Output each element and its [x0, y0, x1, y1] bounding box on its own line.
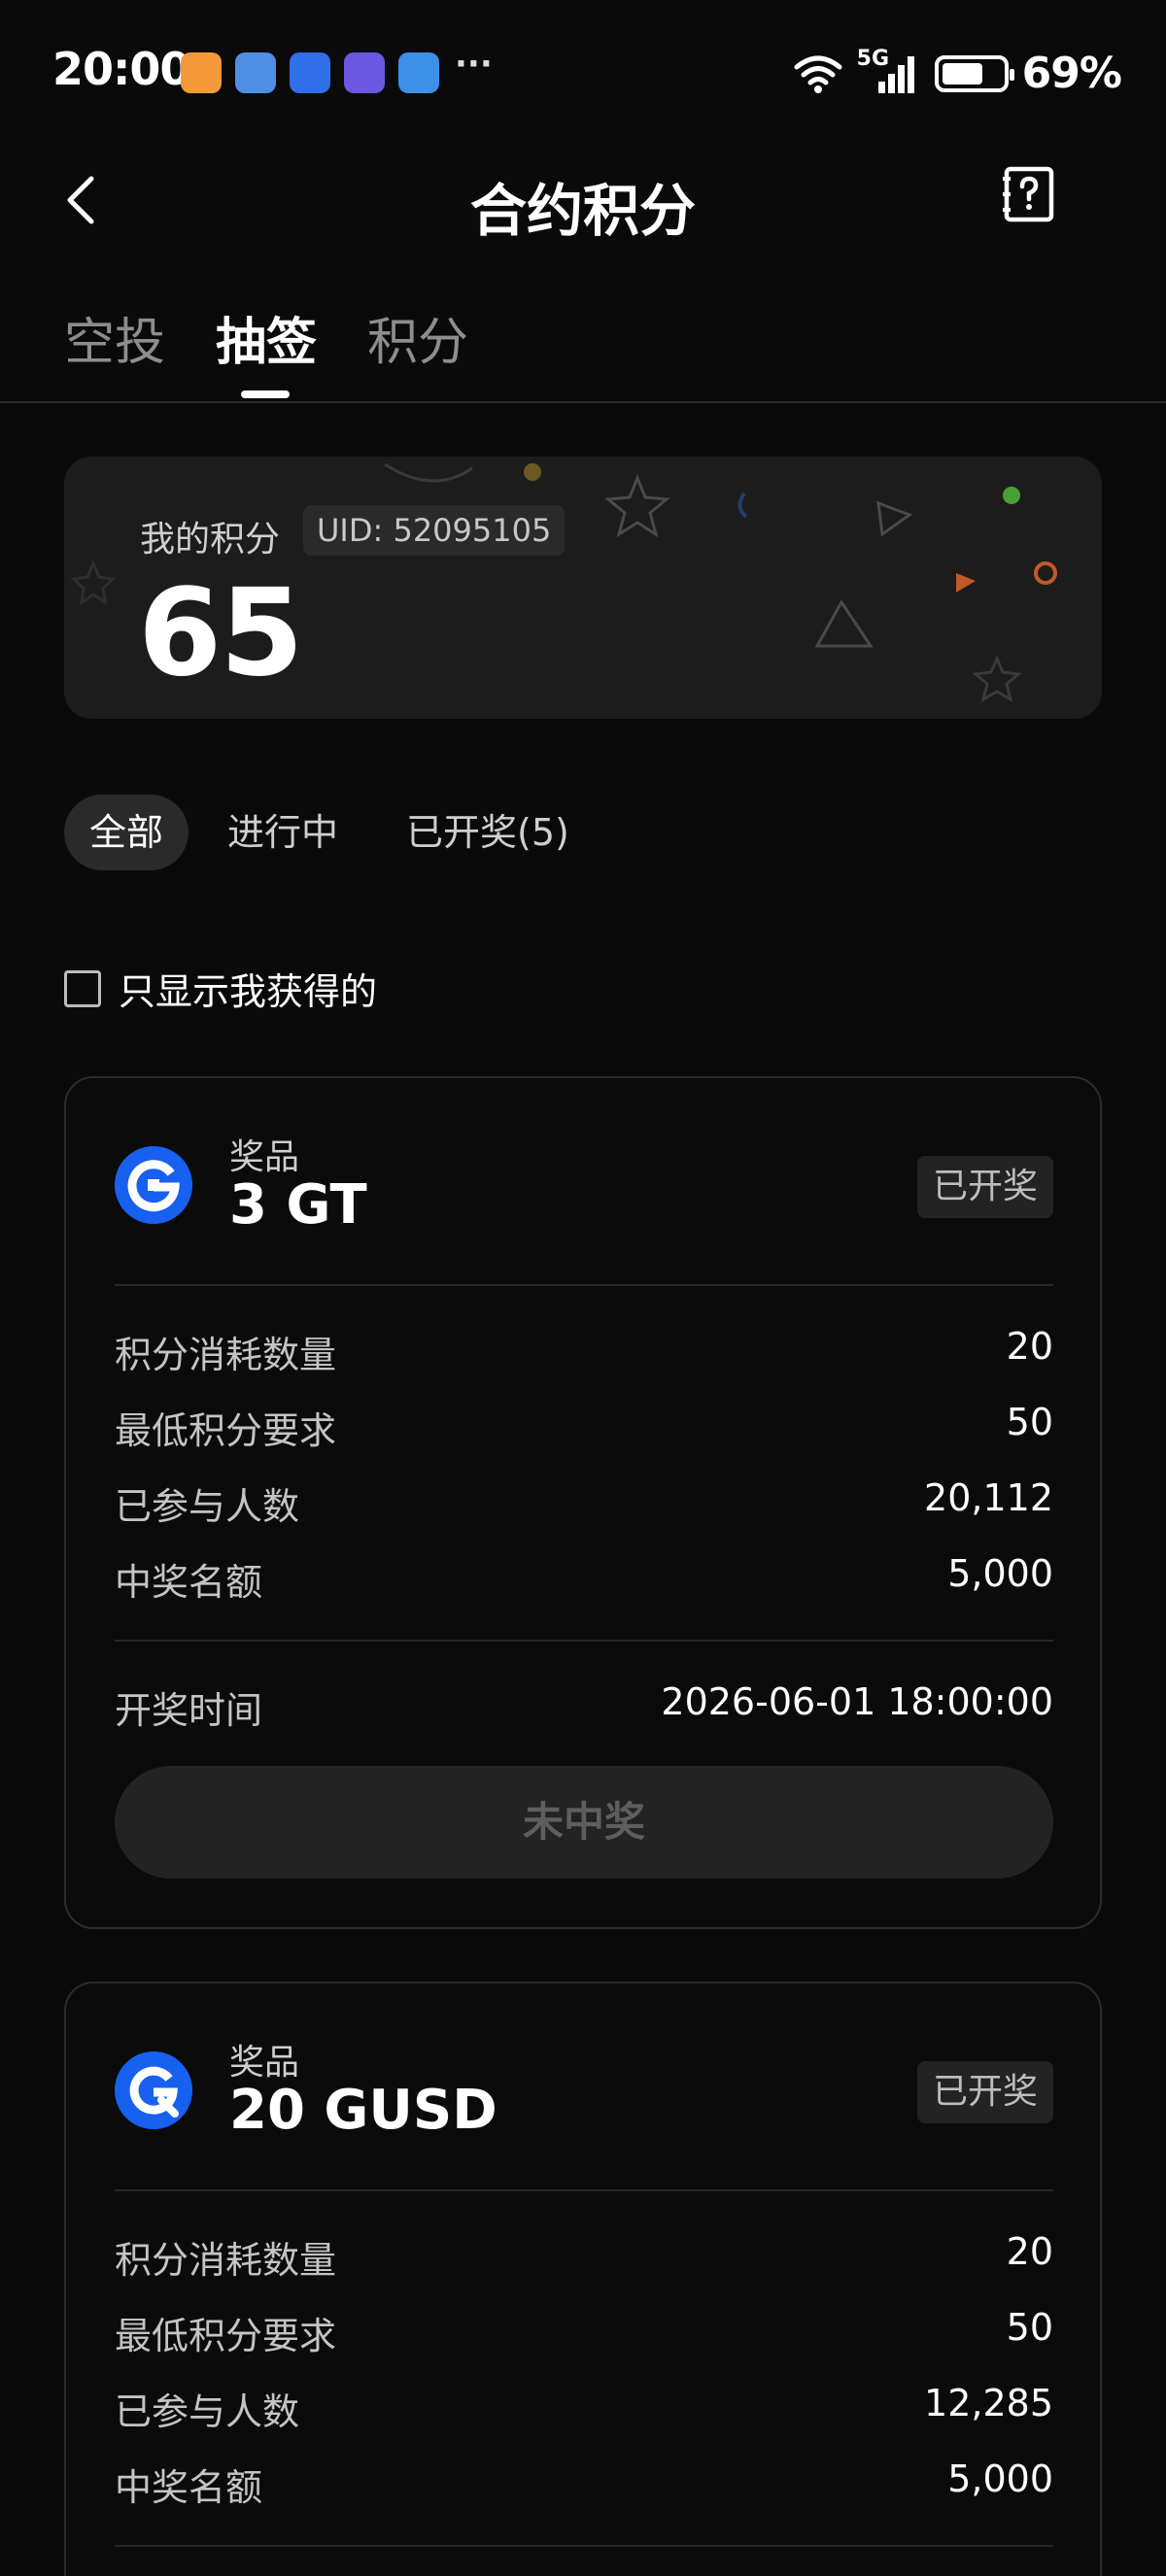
filter-all[interactable]: 全部 [64, 795, 189, 870]
system-status: 5G 69% [793, 47, 1122, 98]
points-value: 65 [138, 563, 304, 703]
status-badge: 已开奖 [916, 2061, 1053, 2123]
divider [115, 2189, 1053, 2191]
info-row: 已参与人数 12,285 [115, 2382, 1053, 2440]
result-button[interactable]: 未中奖 [115, 1766, 1053, 1879]
draw-time-value: 2026-06-01 18:00:00 [661, 1680, 1053, 1723]
info-row: 最低积分要求 50 [115, 1401, 1053, 1459]
status-time: 20:00 [52, 43, 190, 95]
info-label: 最低积分要求 [115, 2315, 337, 2357]
info-label: 已参与人数 [115, 2390, 300, 2433]
status-badge: 已开奖 [916, 1156, 1053, 1218]
gt-token-icon [115, 1146, 192, 1224]
page-title: 合约积分 [469, 178, 696, 244]
info-row: 积分消耗数量 20 [115, 2230, 1053, 2288]
gusd-token-icon [115, 2051, 192, 2129]
more-notifications-icon: ··· [455, 45, 493, 84]
info-row: 积分消耗数量 20 [115, 1325, 1053, 1383]
info-label: 已参与人数 [115, 1485, 300, 1528]
info-row: 已参与人数 20,112 [115, 1476, 1053, 1535]
app-icon [235, 52, 276, 93]
nav-bar: 合约积分 [0, 146, 1166, 253]
info-label: 中奖名额 [115, 1561, 263, 1604]
prize-card: 奖品 3 GT 已开奖 积分消耗数量 20 最低积分要求 50 已参与人数 20… [64, 1076, 1102, 1929]
draw-time-row: 开奖时间 2026-06-01 18:00:00 [115, 1680, 1053, 1739]
divider [115, 1640, 1053, 1642]
info-row: 中奖名额 5,000 [115, 1552, 1053, 1610]
filter-ongoing[interactable]: 进行中 [227, 795, 338, 870]
divider [115, 1284, 1053, 1286]
battery-icon [934, 54, 1014, 92]
app-icon [181, 52, 222, 93]
only-mine-label: 只显示我获得的 [119, 970, 378, 1013]
info-row: 中奖名额 5,000 [115, 2457, 1053, 2516]
my-points-card: 我的积分 UID: 52095105 65 [64, 457, 1102, 719]
only-mine-checkbox[interactable] [64, 969, 101, 1007]
info-value: 20,112 [924, 1476, 1053, 1519]
info-value: 50 [1006, 2306, 1053, 2349]
app-icon [398, 52, 439, 93]
info-value: 20 [1006, 2230, 1053, 2273]
app-icon [290, 52, 330, 93]
info-label: 中奖名额 [115, 2466, 263, 2509]
info-value: 50 [1006, 1401, 1053, 1443]
wifi-icon [794, 55, 842, 93]
app-icon [344, 52, 385, 93]
prize-name: 20 GUSD [229, 2079, 497, 2142]
prize-name: 3 GT [229, 1173, 367, 1237]
filter-drawn[interactable]: 已开奖(5) [406, 795, 569, 870]
tab-lottery[interactable]: 抽签 [216, 301, 317, 374]
status-bar: 20:00 ··· 5G 69% [0, 0, 1166, 146]
uid-badge[interactable]: UID: 52095105 [303, 505, 566, 556]
prize-caption: 奖品 [229, 1137, 300, 1177]
my-points-label: 我的积分 [140, 520, 281, 559]
cellular-signal-icon: 5G [857, 47, 921, 95]
info-label: 最低积分要求 [115, 1409, 337, 1452]
help-book-icon[interactable] [997, 163, 1059, 225]
draw-time-label: 开奖时间 [115, 1689, 263, 1732]
info-label: 积分消耗数量 [115, 1334, 337, 1376]
main-tabs: 空投 抽签 积分 [0, 291, 1166, 403]
info-value: 20 [1006, 1325, 1053, 1368]
divider [115, 2545, 1053, 2547]
tab-airdrop[interactable]: 空投 [64, 301, 165, 374]
info-value: 5,000 [947, 1552, 1053, 1595]
notification-icons [181, 52, 439, 93]
active-tab-indicator [241, 390, 290, 398]
only-mine-toggle[interactable]: 只显示我获得的 [64, 962, 377, 1015]
info-value: 5,000 [947, 2457, 1053, 2500]
prize-caption: 奖品 [229, 2043, 300, 2083]
info-value: 12,285 [924, 2382, 1053, 2424]
battery-percent: 69% [1021, 49, 1122, 98]
tab-points[interactable]: 积分 [367, 301, 468, 374]
prize-card: 奖品 20 GUSD 已开奖 积分消耗数量 20 最低积分要求 50 已参与人数… [64, 1982, 1102, 2576]
info-row: 最低积分要求 50 [115, 2306, 1053, 2364]
info-label: 积分消耗数量 [115, 2239, 337, 2282]
